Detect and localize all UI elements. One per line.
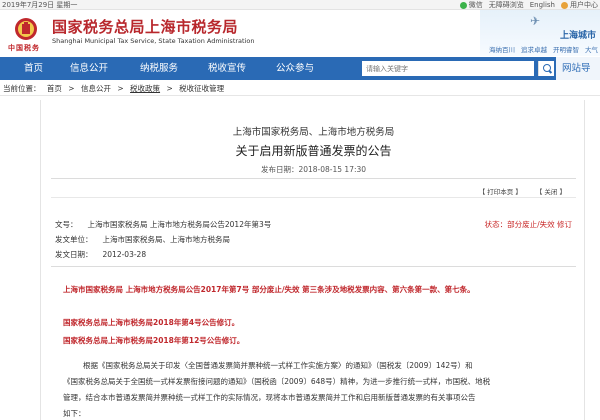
nav-home[interactable]: 首页: [16, 57, 51, 80]
slogan: 海纳百川: [489, 46, 515, 54]
breadcrumb-separator: >: [166, 84, 173, 93]
date-value: 2012-03-28: [102, 250, 147, 259]
print-button[interactable]: 【 打印本页 】: [479, 186, 522, 196]
body-paragraph-line: 如下：: [63, 409, 86, 418]
body-paragraph-line: 《国家税务总局关于全国统一式样发票衔接问题的通知》（国税函〔2009〕648号）…: [63, 377, 491, 386]
article-issuer: 上海市国家税务局、上海市地方税务局: [232, 127, 395, 138]
slogan: 开明睿智: [553, 46, 579, 54]
nav-info-disclosure[interactable]: 信息公开: [62, 57, 116, 80]
doc-number: 上海市国家税务局 上海市地方税务局公告2012年第3号: [87, 220, 272, 229]
article-panel: 上海市国家税务局、上海市地方税务局 关于启用新版普通发票的公告 发布日期：201…: [40, 100, 585, 420]
issuer-value: 上海市国家税务局、上海市地方税务局: [102, 235, 231, 244]
nav-tax-service[interactable]: 纳税服务: [132, 57, 186, 80]
accessibility-link[interactable]: 无障碍浏览: [489, 0, 524, 10]
divider: [51, 266, 576, 267]
main-nav: 首页 信息公开 纳税服务 税收宣传 公众参与 网站导: [0, 57, 600, 80]
site-header: 中国税务 国家税务总局上海市税务局 Shanghai Municipal Tax…: [0, 10, 600, 56]
banner-title: 上海城市: [559, 31, 596, 41]
english-link[interactable]: English: [530, 0, 555, 10]
issuer-row: 发文单位： 上海市国家税务局、上海市地方税务局: [55, 234, 230, 245]
article-title: 关于启用新版普通发票的公告: [235, 144, 392, 158]
issuer-label: 发文单位：: [55, 235, 93, 244]
body-paragraph-line: 管理，结合本市普通发票简并票种统一式样工作的实际情况，现将本市普通发票简并工作和…: [63, 393, 476, 402]
article-tools: 【 打印本页 】 【 关闭 】: [479, 186, 566, 196]
header-banner: ✈ 上海城市 海纳百川 追求卓越 开明睿智 大气: [480, 10, 600, 56]
close-button[interactable]: 【 关闭 】: [536, 186, 566, 196]
tax-emblem-icon: [15, 18, 37, 40]
divider: [51, 178, 576, 179]
divider: [51, 197, 576, 198]
user-center-link[interactable]: 用户中心: [561, 0, 598, 10]
user-icon: [561, 1, 568, 9]
doc-number-label: 文号：: [55, 220, 78, 229]
slogan: 追求卓越: [521, 46, 547, 54]
breadcrumb-policy[interactable]: 税收政策: [130, 84, 160, 93]
date-row: 发文日期： 2012-03-28: [55, 249, 146, 260]
banner-slogans: 海纳百川 追求卓越 开明睿智 大气: [489, 44, 598, 54]
site-nav-link[interactable]: 网站导: [556, 57, 600, 80]
publish-time: 发布日期：2018-08-15 17:30: [260, 165, 367, 174]
amendment-note[interactable]: 国家税务总局上海市税务局2018年第4号公告修订。: [63, 317, 568, 329]
site-title[interactable]: 国家税务总局上海市税务局: [52, 16, 238, 37]
search-icon[interactable]: [538, 61, 554, 76]
site-subtitle: Shanghai Municipal Tax Service, State Ta…: [52, 37, 255, 45]
emblem-caption: 中国税务: [8, 44, 40, 52]
wechat-icon: [459, 1, 467, 9]
slogan: 大气: [585, 46, 598, 54]
top-utility-bar: 2019年7月29日 星期一 微信 无障碍浏览 English 用户中心: [0, 0, 600, 10]
nav-public-participation[interactable]: 公众参与: [268, 57, 322, 80]
body-paragraph-line: 根据《国家税务总局关于印发〈全国普通发票简并票种统一式样工作实施方案〉的通知》（…: [83, 361, 473, 370]
breadcrumb-label: 当前位置：: [3, 84, 41, 93]
current-date: 2019年7月29日 星期一: [2, 1, 78, 9]
nav-tax-publicity[interactable]: 税收宣传: [200, 57, 254, 80]
search-input[interactable]: [362, 61, 534, 76]
breadcrumb-separator: >: [68, 84, 75, 93]
breadcrumb-current[interactable]: 税收征收管理: [179, 84, 224, 93]
breadcrumb-separator: >: [117, 84, 124, 93]
amendment-note[interactable]: 国家税务总局上海市税务局2018年第12号公告修订。: [63, 335, 568, 347]
airplane-icon: ✈: [529, 14, 540, 28]
amendment-note[interactable]: 上海市国家税务局 上海市地方税务局公告2017年第7号 部分废止/失效 第三条涉…: [63, 284, 568, 296]
top-links: 微信 无障碍浏览 English 用户中心: [459, 0, 598, 10]
date-label: 发文日期：: [55, 250, 93, 259]
breadcrumb: 当前位置： 首页 > 信息公开 > 税收政策 > 税收征收管理: [0, 82, 600, 96]
breadcrumb-home[interactable]: 首页: [47, 84, 62, 93]
doc-number-row: 文号： 上海市国家税务局 上海市地方税务局公告2012年第3号: [55, 219, 271, 230]
status-badge: 状态：部分废止/失效 修订: [484, 220, 572, 229]
breadcrumb-info[interactable]: 信息公开: [81, 84, 111, 93]
wechat-link[interactable]: 微信: [459, 0, 483, 10]
